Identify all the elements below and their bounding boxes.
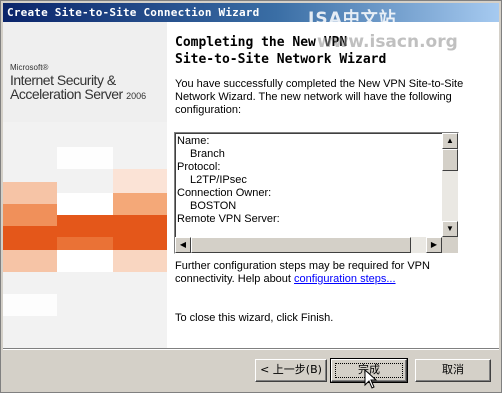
config-line: Remote VPN Server: <box>177 213 280 225</box>
config-line: L2TP/IPsec <box>190 174 247 186</box>
divider <box>3 348 499 350</box>
mouse-pointer-icon <box>364 369 378 389</box>
scrollbar-corner <box>442 237 458 253</box>
config-line: Branch <box>190 148 225 160</box>
config-line: Protocol: <box>177 161 221 173</box>
horizontal-scroll-thumb[interactable] <box>191 237 411 253</box>
arrow-right-icon[interactable]: ▶ <box>426 237 442 253</box>
content-pane: Completing the New VPN Site-to-Site Netw… <box>167 22 499 348</box>
watermark-url: www.isacn.org <box>317 32 458 52</box>
vertical-scroll-thumb[interactable] <box>442 149 458 171</box>
further-configuration-text: Further configuration steps may be requi… <box>175 260 475 286</box>
horizontal-scrollbar[interactable]: ◀ ▶ <box>175 237 442 253</box>
configuration-summary-box[interactable]: Name: Branch Protocol: L2TP/IPsec Connec… <box>174 132 459 254</box>
vertical-scrollbar[interactable]: ▲ ▼ <box>442 133 458 237</box>
intro-text: You have successfully completed the New … <box>175 78 464 116</box>
arrow-left-icon[interactable]: ◀ <box>175 237 191 253</box>
config-line: Name: <box>177 135 210 147</box>
wizard-window: Create Site-to-Site Connection Wizard IS… <box>0 0 502 393</box>
cancel-button[interactable]: 取消 <box>415 359 491 382</box>
config-line: BOSTON <box>190 200 237 212</box>
close-instruction: To close this wizard, click Finish. <box>175 312 334 324</box>
config-line: Connection Owner: <box>177 187 272 199</box>
window-title: Create Site-to-Site Connection Wizard <box>7 6 260 19</box>
title-bar[interactable]: Create Site-to-Site Connection Wizard IS… <box>3 3 499 29</box>
wizard-banner: Microsoft® Internet Security & Accelerat… <box>3 22 167 348</box>
back-button[interactable]: < 上一步(B) <box>255 359 327 382</box>
configuration-steps-link[interactable]: configuration steps... <box>294 273 396 285</box>
arrow-down-icon[interactable]: ▼ <box>442 221 458 237</box>
decorative-tiles <box>3 122 167 348</box>
configuration-list: Name: Branch Protocol: L2TP/IPsec Connec… <box>177 135 443 226</box>
arrow-up-icon[interactable]: ▲ <box>442 133 458 149</box>
